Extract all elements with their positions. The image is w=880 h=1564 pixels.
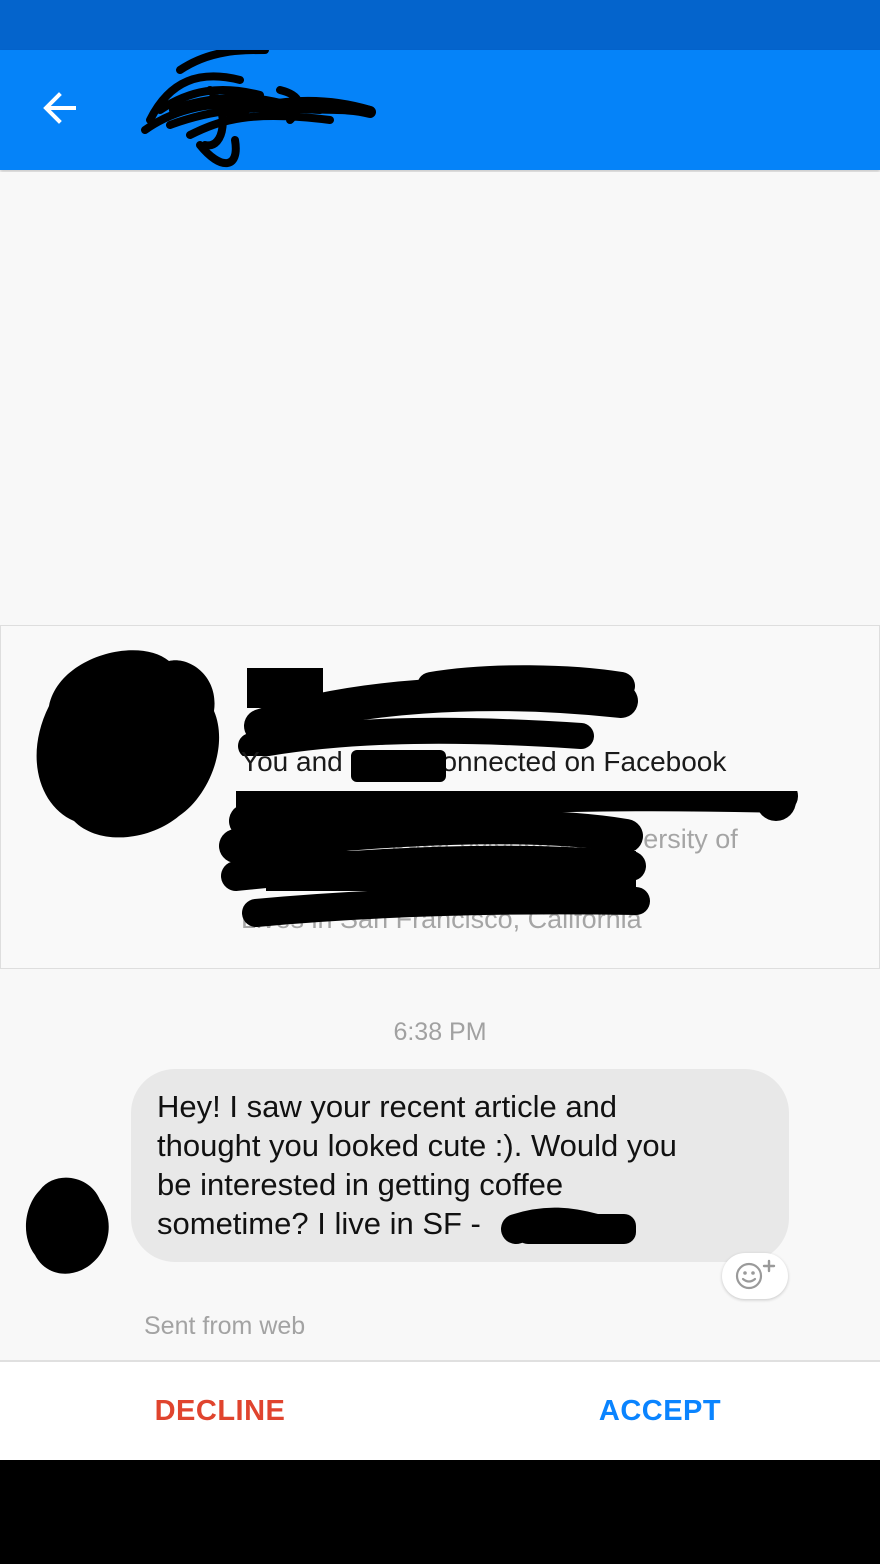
smiley-add-icon bbox=[731, 1257, 779, 1296]
accept-button[interactable]: ACCEPT bbox=[510, 1362, 810, 1460]
message-bubble[interactable]: Hey! I saw your recent article and thoug… bbox=[131, 1069, 789, 1262]
status-bar bbox=[0, 0, 880, 50]
redacted-profile-avatar bbox=[36, 650, 220, 838]
back-button[interactable] bbox=[28, 78, 92, 142]
add-reaction-button[interactable] bbox=[722, 1253, 788, 1299]
arrow-left-icon bbox=[40, 88, 80, 133]
redacted-message-signature bbox=[501, 1207, 636, 1244]
app-bar bbox=[0, 50, 880, 170]
connection-name-redaction bbox=[351, 750, 446, 782]
profile-card[interactable]: You and aren't connected on Facebook Stu… bbox=[0, 625, 880, 969]
redacted-profile-name bbox=[238, 665, 638, 756]
sent-from-label: Sent from web bbox=[144, 1312, 306, 1340]
message-text: Hey! I saw your recent article and thoug… bbox=[157, 1089, 677, 1241]
decline-button[interactable]: DECLINE bbox=[70, 1362, 370, 1460]
message-request-actions: DECLINE ACCEPT bbox=[0, 1360, 880, 1460]
title-scribble bbox=[141, 50, 376, 168]
redacted-sender-avatar bbox=[25, 1177, 109, 1274]
message-timestamp: 6:38 PM bbox=[393, 1018, 487, 1046]
redacted-profile-details bbox=[219, 791, 798, 927]
connection-status-text: You and aren't connected on Facebook bbox=[241, 746, 727, 777]
system-navigation-bar bbox=[0, 1460, 880, 1564]
